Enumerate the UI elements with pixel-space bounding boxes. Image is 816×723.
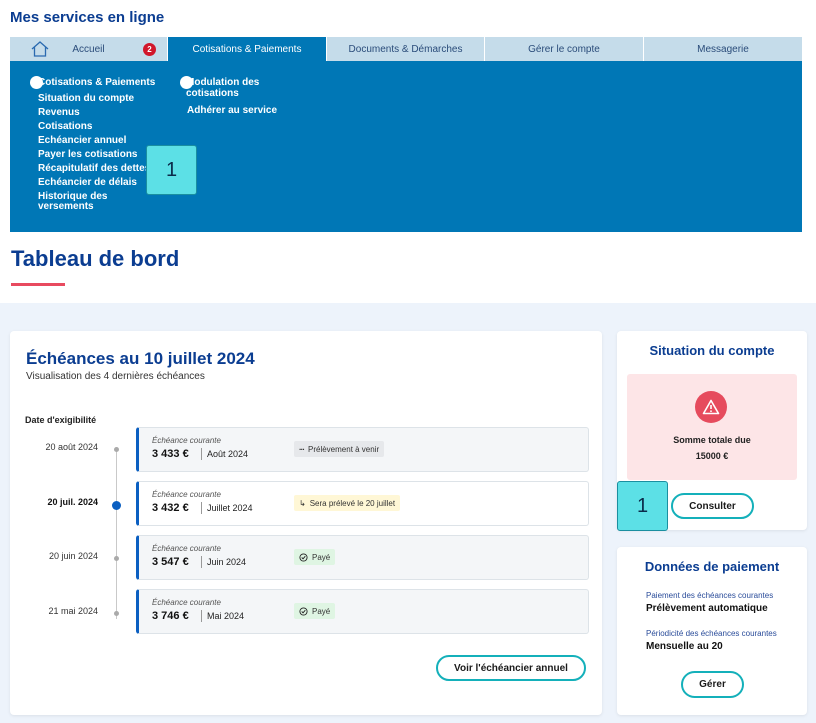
donnees-paiement-card: Données de paiement Paiement des échéanc… <box>617 547 807 715</box>
echeance-label: Échéance courante <box>152 436 221 445</box>
echeance-label: Échéance courante <box>152 544 221 553</box>
echeance-month: Juillet 2024 <box>207 503 253 513</box>
status-badge: ··· Prélèvement à venir <box>294 441 385 457</box>
tab-accueil[interactable]: Accueil 2 <box>10 37 168 61</box>
annotation-marker: 1 <box>146 145 197 195</box>
periodicite-label: Périodicité des échéances courantes <box>646 629 777 638</box>
tab-messagerie[interactable]: Messagerie <box>644 37 802 61</box>
timeline-dot <box>114 556 119 561</box>
separator <box>201 610 202 622</box>
mega-menu-column-modulation: Modulation des cotisations Adhérer au se… <box>160 76 277 120</box>
check-circle-icon <box>299 552 308 562</box>
annotation-marker: 1 <box>617 481 668 531</box>
situation-title: Situation du compte <box>649 343 775 358</box>
echeances-subtitle: Visualisation des 4 dernières échéances <box>26 371 205 382</box>
warning-icon <box>695 391 727 423</box>
alert-title: Somme totale due <box>673 435 751 445</box>
page-title: Tableau de bord <box>11 246 180 271</box>
timeline-dot-current <box>112 501 121 510</box>
echeance-label: Échéance courante <box>152 598 221 607</box>
tab-documents-demarches[interactable]: Documents & Démarches <box>327 37 485 61</box>
main-nav: Accueil 2 Cotisations & Paiements Docume… <box>10 37 802 61</box>
echeances-title: Échéances au 10 juillet 2024 <box>26 349 255 368</box>
echeance-row[interactable]: Échéance courante 3 547 € Juin 2024 Payé <box>136 535 589 580</box>
mega-menu-heading-modulation[interactable]: Modulation des cotisations <box>160 76 270 99</box>
ellipsis-icon: ··· <box>299 444 305 454</box>
echeance-month: Juin 2024 <box>207 557 247 567</box>
timeline-date-current: 20 juil. 2024 <box>47 497 98 507</box>
gerer-button[interactable]: Gérer <box>681 671 744 698</box>
echeance-month: Mai 2024 <box>207 611 245 621</box>
echeance-month: Août 2024 <box>207 449 249 459</box>
menu-item-historique-versements[interactable]: Historique des versements <box>38 192 118 212</box>
voir-echeancier-annuel-button[interactable]: Voir l'échéancier annuel <box>436 655 586 681</box>
tab-label: Documents & Démarches <box>348 43 463 55</box>
echeance-row[interactable]: Échéance courante 3 432 € Juillet 2024 ↳… <box>136 481 589 526</box>
echeances-card: Échéances au 10 juillet 2024 Visualisati… <box>10 331 602 715</box>
menu-item-recapitulatif-dettes[interactable]: Récapitulatif des dettes <box>38 164 155 174</box>
home-icon <box>31 41 49 57</box>
echeance-amount: 3 746 € <box>152 610 189 622</box>
tab-label: Messagerie <box>697 43 749 55</box>
separator <box>201 502 202 514</box>
menu-item-adherer-service[interactable]: Adhérer au service <box>187 106 277 116</box>
timeline-dot <box>114 447 119 452</box>
timeline-date: 20 juin 2024 <box>48 551 98 561</box>
tab-label: Accueil <box>72 43 105 55</box>
status-badge: ↳ Sera prélevé le 20 juillet <box>294 495 401 511</box>
timeline-date: 20 août 2024 <box>45 442 98 452</box>
alert-box: Somme totale due 15000 € <box>627 374 797 480</box>
separator <box>201 556 202 568</box>
app-title: Mes services en ligne <box>10 9 165 26</box>
menu-item-revenus[interactable]: Revenus <box>38 108 155 118</box>
menu-item-echeancier-delais[interactable]: Echéancier de délais <box>38 178 155 188</box>
echeance-amount: 3 432 € <box>152 502 189 514</box>
tab-gerer-compte[interactable]: Gérer le compte <box>485 37 644 61</box>
status-badge: Payé <box>294 603 336 619</box>
tab-label: Cotisations & Paiements <box>192 43 302 55</box>
paiement-label: Paiement des échéances courantes <box>646 591 774 600</box>
mega-menu-column-cotisations: Cotisations & Paiements Situation du com… <box>30 76 155 216</box>
periodicite-value: Mensuelle au 20 <box>646 641 723 652</box>
menu-item-situation-compte[interactable]: Situation du compte <box>38 94 155 104</box>
title-underline <box>11 283 65 286</box>
menu-item-cotisations[interactable]: Cotisations <box>38 122 155 132</box>
mega-menu: Cotisations & Paiements Situation du com… <box>10 61 802 232</box>
echeance-label: Échéance courante <box>152 490 221 499</box>
alert-amount: 15000 € <box>695 451 729 461</box>
status-badge: Payé <box>294 549 336 565</box>
timeline-date: 21 mai 2024 <box>48 606 98 616</box>
return-arrow-icon: ↳ <box>299 498 306 508</box>
date-header: Date d'exigibilité <box>25 415 97 425</box>
separator <box>201 448 202 460</box>
mega-menu-heading-cotisations[interactable]: Cotisations & Paiements <box>30 76 155 89</box>
timeline-line <box>116 449 117 619</box>
echeance-row[interactable]: Échéance courante 3 433 € Août 2024 ··· … <box>136 427 589 472</box>
paiement-title: Données de paiement <box>644 559 780 574</box>
echeance-row[interactable]: Échéance courante 3 746 € Mai 2024 Payé <box>136 589 589 634</box>
menu-item-echeancier-annuel[interactable]: Echéancier annuel <box>38 136 155 146</box>
echeance-amount: 3 433 € <box>152 448 189 460</box>
timeline-dot <box>114 611 119 616</box>
echeance-amount: 3 547 € <box>152 556 189 568</box>
tab-cotisations-paiements[interactable]: Cotisations & Paiements <box>168 37 327 61</box>
notification-badge: 2 <box>143 43 156 56</box>
tab-label: Gérer le compte <box>528 43 600 55</box>
paiement-value: Prélèvement automatique <box>646 603 768 614</box>
check-circle-icon <box>299 606 308 616</box>
menu-item-payer-cotisations[interactable]: Payer les cotisations <box>38 150 155 160</box>
consulter-button[interactable]: Consulter <box>671 493 754 519</box>
